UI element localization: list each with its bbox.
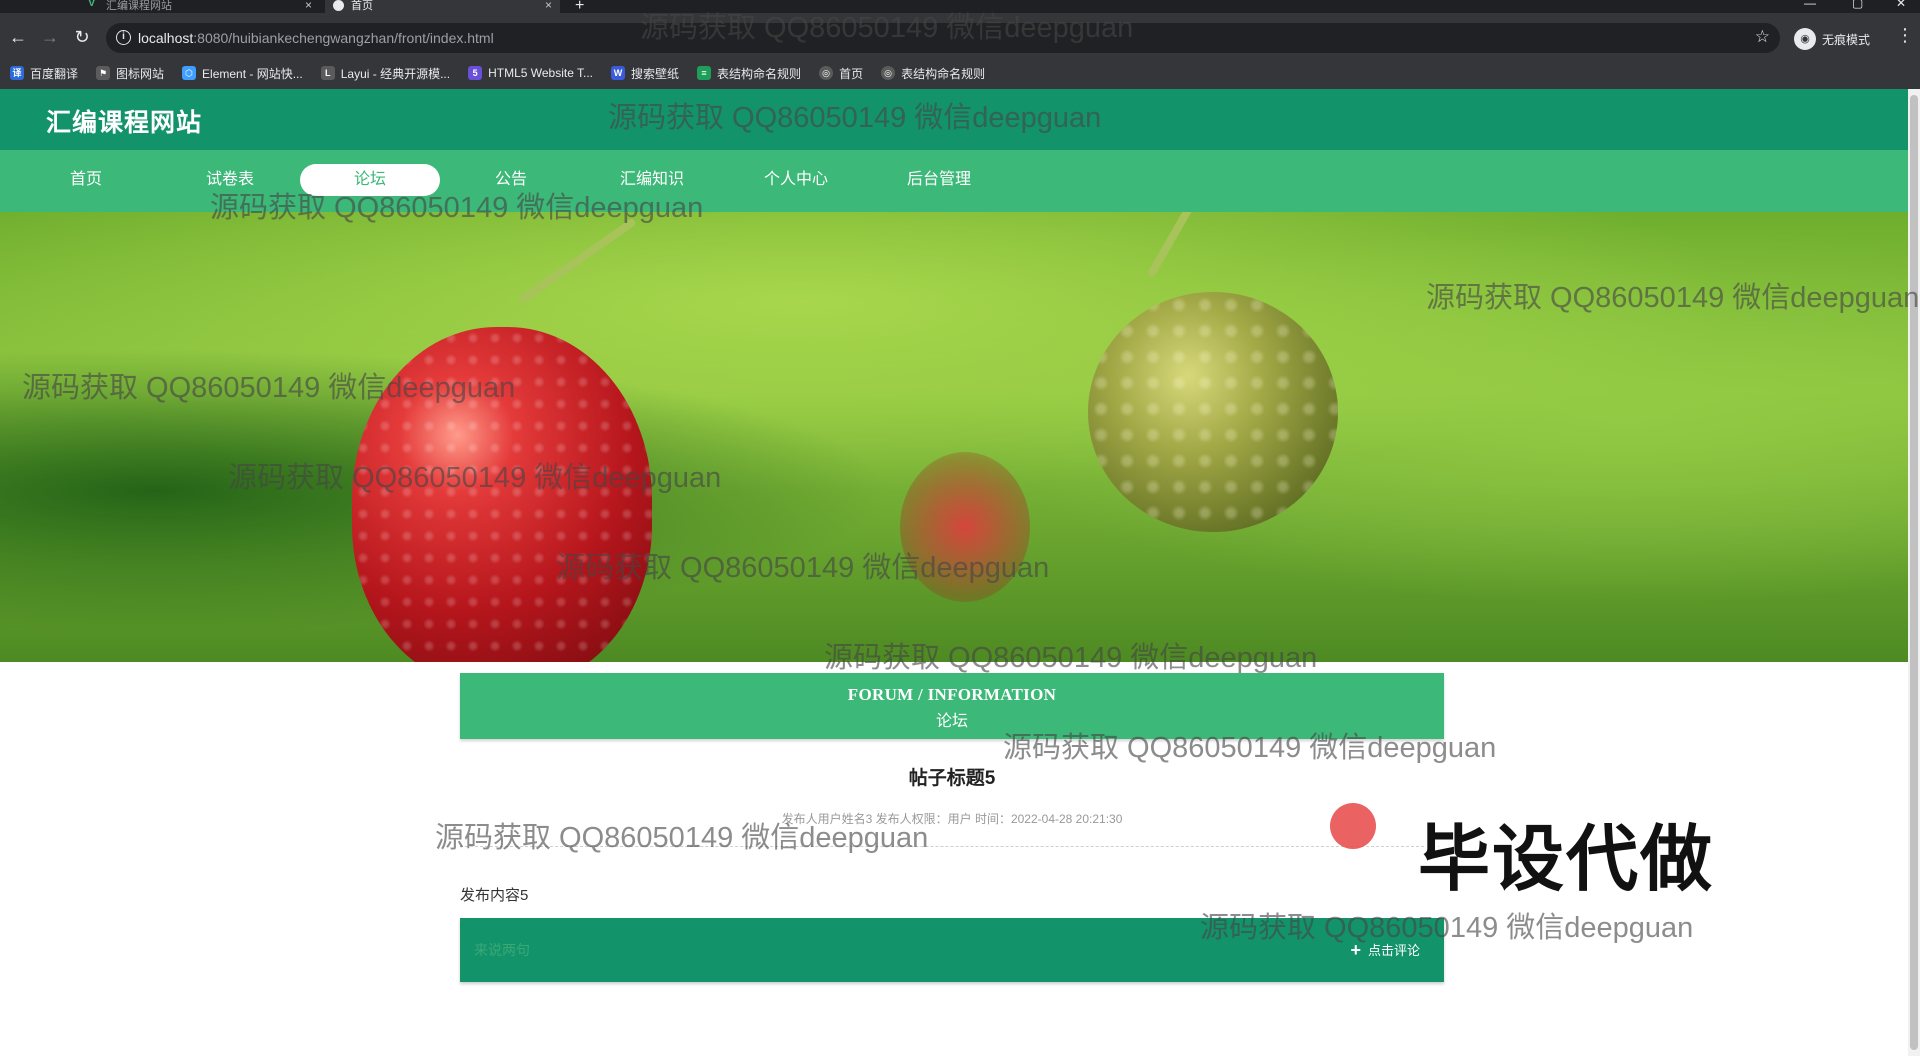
- nav-item-home[interactable]: 首页: [16, 164, 156, 196]
- hexagon-icon: ⬡: [182, 66, 197, 80]
- bookmark-label: 图标网站: [116, 66, 165, 81]
- bookmark-item[interactable]: ≡ 表结构命名规则: [697, 65, 801, 82]
- bookmark-item[interactable]: ⬡ Element - 网站快...: [182, 65, 303, 82]
- bookmark-item[interactable]: 译百度翻译: [10, 65, 78, 82]
- globe-icon: [333, 0, 344, 11]
- bookmark-item[interactable]: 5 HTML5 Website T...: [468, 66, 593, 80]
- wallpaper-icon: W: [611, 66, 626, 80]
- comment-button[interactable]: + 点击评论: [1350, 940, 1420, 959]
- bookmark-label: Element - 网站快...: [202, 66, 303, 81]
- comment-button-label: 点击评论: [1367, 943, 1420, 958]
- page-scrollbar[interactable]: [1908, 89, 1920, 1056]
- comment-input[interactable]: 来说两句: [474, 940, 530, 960]
- bookmark-label: 首页: [839, 66, 864, 81]
- web-page: 汇编课程网站 首页 试卷表 论坛 公告 汇编知识 个人中心 后台管理 FORUM…: [0, 89, 1908, 1056]
- nav-item-admin[interactable]: 后台管理: [869, 164, 1009, 196]
- globe-icon: ◎: [819, 66, 834, 80]
- nav-item-announcements[interactable]: 公告: [441, 164, 581, 196]
- url-path: :8080/huibiankechengwangzhan/front/index…: [193, 30, 494, 46]
- sheet-icon: ≡: [697, 66, 712, 80]
- divider: [460, 846, 1444, 847]
- globe-icon: ◎: [881, 66, 896, 80]
- promo-stamp: 毕设代做: [1418, 820, 1715, 900]
- nav-item-exam-papers[interactable]: 试卷表: [160, 164, 300, 196]
- close-tab-icon[interactable]: ×: [545, 0, 552, 12]
- close-tab-icon[interactable]: ×: [305, 0, 312, 12]
- bookmarks-bar: 译百度翻译 ⚑ 图标网站 ⬡ Element - 网站快... L Layui - 经…: [0, 57, 1920, 89]
- incognito-icon: ◉: [1794, 28, 1816, 50]
- reload-icon[interactable]: ↻: [70, 25, 94, 49]
- vue-icon: V: [88, 0, 96, 9]
- site-title[interactable]: 汇编课程网站: [46, 103, 202, 139]
- section-heading-zh: 论坛: [935, 713, 968, 730]
- flag-icon: ⚑: [96, 66, 111, 80]
- bookmark-label: 表结构命名规则: [717, 66, 802, 81]
- browser-tab-strip: V 汇编课程网站 × 首页 × + — ▢ ✕: [0, 0, 1920, 13]
- forward-icon[interactable]: →: [38, 25, 62, 49]
- bookmark-label: 表结构命名规则: [901, 66, 986, 81]
- html5-icon: 5: [468, 66, 483, 80]
- post-title: 帖子标题5: [908, 768, 996, 789]
- bookmark-label: Layui - 经典开源模...: [340, 66, 451, 81]
- browser-tab-2[interactable]: 首页 ×: [325, 0, 560, 13]
- url-text[interactable]: localhost:8080/huibiankechengwangzhan/fr…: [138, 30, 494, 46]
- tab-title: 汇编课程网站: [106, 0, 172, 12]
- site-header: 汇编课程网站: [0, 89, 1908, 150]
- nav-item-personal-center[interactable]: 个人中心: [726, 164, 866, 196]
- bookmark-item[interactable]: ◎ 首页: [819, 65, 863, 82]
- browser-menu-icon[interactable]: ⋮: [1896, 25, 1914, 46]
- bookmark-label: HTML5 Website T...: [488, 66, 594, 80]
- bookmark-item[interactable]: W 搜索壁纸: [611, 65, 679, 82]
- layui-icon: L: [320, 66, 335, 80]
- url-host: localhost: [138, 30, 194, 46]
- incognito-indicator[interactable]: ◉ 无痕模式: [1794, 27, 1870, 51]
- browser-tab-1[interactable]: V 汇编课程网站 ×: [80, 0, 320, 13]
- red-raspberry-image: [352, 327, 652, 662]
- tab-title: 首页: [351, 0, 373, 12]
- banner-carousel[interactable]: [0, 212, 1908, 662]
- bookmark-item[interactable]: L Layui - 经典开源模...: [320, 65, 451, 82]
- cursor-highlight: [1330, 803, 1376, 849]
- translate-icon: 译: [10, 66, 24, 80]
- main-nav: 首页 试卷表 论坛 公告 汇编知识 个人中心 后台管理: [0, 150, 1908, 212]
- green-raspberry-image: [1088, 292, 1338, 532]
- back-icon[interactable]: ←: [6, 25, 30, 49]
- site-info-icon[interactable]: i: [116, 30, 131, 45]
- blurred-raspberry: [900, 452, 1030, 602]
- scrollbar-thumb[interactable]: [1910, 95, 1918, 1050]
- new-tab-button[interactable]: +: [575, 0, 584, 13]
- plus-icon: +: [1350, 939, 1361, 960]
- bookmark-item[interactable]: ⚑ 图标网站: [96, 65, 164, 82]
- section-heading-en: FORUM / INFORMATION: [847, 685, 1057, 704]
- section-heading: FORUM / INFORMATION 论坛: [460, 673, 1444, 739]
- bookmark-label: 百度翻译: [30, 66, 79, 81]
- incognito-label: 无痕模式: [1822, 32, 1871, 47]
- post-meta: 发布人用户姓名3 发布人权限：用户 时间：2022-04-28 20:21:30: [781, 812, 1123, 826]
- raspberry-stem: [1146, 212, 1234, 278]
- comment-bar: 来说两句 + 点击评论: [460, 918, 1444, 982]
- bookmark-star-icon[interactable]: ☆: [1755, 27, 1770, 47]
- address-toolbar: ← → ↻ i localhost:8080/huibiankechengwan…: [0, 13, 1920, 63]
- nav-item-forum[interactable]: 论坛: [300, 164, 440, 196]
- close-window-icon[interactable]: ✕: [1896, 0, 1906, 10]
- raspberry-stem: [517, 217, 637, 305]
- nav-item-assembly-knowledge[interactable]: 汇编知识: [582, 164, 722, 196]
- minimize-icon[interactable]: —: [1804, 0, 1816, 10]
- bookmark-item[interactable]: ◎ 表结构命名规则: [881, 65, 985, 82]
- maximize-icon[interactable]: ▢: [1852, 0, 1863, 10]
- address-bar[interactable]: i localhost:8080/huibiankechengwangzhan/…: [106, 23, 1780, 53]
- post-content: 发布内容5: [460, 887, 529, 904]
- bookmark-label: 搜索壁纸: [631, 66, 680, 81]
